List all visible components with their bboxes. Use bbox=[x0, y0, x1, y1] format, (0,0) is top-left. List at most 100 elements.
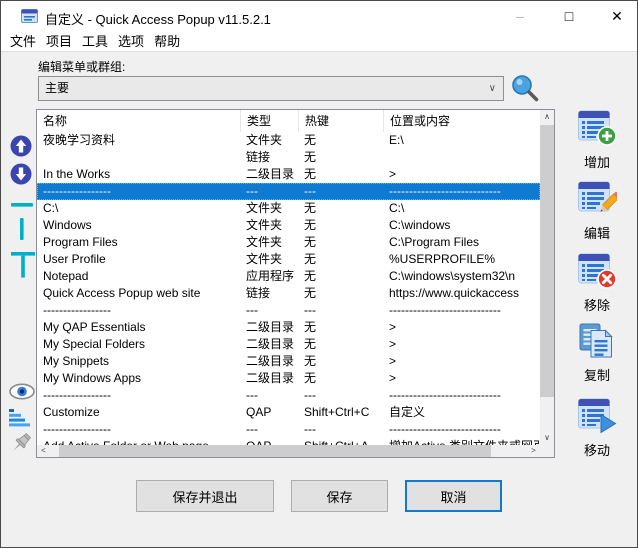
cell-type: 文件夹 bbox=[246, 132, 298, 149]
cell-hotkey: 无 bbox=[304, 336, 384, 353]
cell-type: QAP bbox=[246, 404, 298, 421]
close-button[interactable]: ✕ bbox=[597, 1, 637, 31]
cell-name: My Snippets bbox=[43, 353, 239, 370]
search-button[interactable] bbox=[509, 73, 541, 105]
cell-type: 文件夹 bbox=[246, 200, 298, 217]
toggle-visibility-button[interactable] bbox=[9, 383, 35, 400]
copy-button-label: 复制 bbox=[564, 365, 630, 384]
table-row[interactable]: Quick Access Popup web site链接无https://ww… bbox=[37, 285, 540, 302]
scroll-down-arrow[interactable]: ∨ bbox=[540, 431, 554, 445]
table-row[interactable]: User Profile文件夹无%USERPROFILE% bbox=[37, 251, 540, 268]
cell-name: Windows bbox=[43, 217, 239, 234]
table-row[interactable]: Notepad应用程序无C:\windows\system32\n bbox=[37, 268, 540, 285]
cell-type: 链接 bbox=[246, 149, 298, 166]
move-item-button[interactable]: 移动 bbox=[564, 396, 630, 459]
cancel-button[interactable]: 取消 bbox=[405, 480, 502, 512]
table-row[interactable]: My QAP Essentials二级目录无> bbox=[37, 319, 540, 336]
column-header-0[interactable]: 名称 bbox=[37, 110, 241, 132]
menu-item-tools[interactable]: 工具 bbox=[77, 29, 113, 53]
cell-type: 文件夹 bbox=[246, 217, 298, 234]
vertical-scrollbar[interactable]: ∧ ∨ bbox=[540, 110, 554, 445]
cell-location: %USERPROFILE% bbox=[389, 251, 539, 268]
column-header-1[interactable]: 类型 bbox=[241, 110, 299, 132]
menu-item-help[interactable]: 帮助 bbox=[149, 29, 185, 53]
menu-edit-icon bbox=[577, 207, 617, 222]
cell-location: ---------------------------- bbox=[389, 421, 539, 438]
table-row[interactable]: 夜晚学习资料文件夹无E:\ bbox=[37, 132, 540, 149]
add-separator-button[interactable] bbox=[11, 202, 33, 208]
remove-item-button[interactable]: 移除 bbox=[564, 251, 630, 314]
table-row[interactable]: ----------------------------------------… bbox=[37, 421, 540, 438]
title-bar: 自定义 - Quick Access Popup v11.5.2.1 – □ ✕ bbox=[1, 1, 637, 31]
arrow-down-circle-icon bbox=[10, 173, 32, 188]
cell-name: ----------------- bbox=[43, 421, 239, 438]
cell-location bbox=[389, 149, 539, 166]
scroll-up-arrow[interactable]: ∧ bbox=[540, 110, 554, 124]
minimize-button[interactable]: – bbox=[500, 1, 540, 31]
cell-hotkey: 无 bbox=[304, 234, 384, 251]
menu-select-combobox[interactable]: 主要 ∨ bbox=[38, 76, 504, 101]
cell-location: > bbox=[389, 319, 539, 336]
edit-button-label: 编辑 bbox=[564, 223, 630, 242]
eye-icon bbox=[9, 388, 35, 403]
cell-hotkey: 无 bbox=[304, 319, 384, 336]
app-icon bbox=[21, 8, 39, 24]
cell-location: https://www.quickaccess bbox=[389, 285, 539, 302]
maximize-button[interactable]: □ bbox=[549, 1, 589, 31]
column-header-3[interactable]: 位置或内容 bbox=[384, 110, 540, 132]
table-row[interactable]: ----------------------------------------… bbox=[37, 387, 540, 404]
add-column-separator-button[interactable] bbox=[19, 218, 25, 240]
cell-location: > bbox=[389, 353, 539, 370]
table-row[interactable]: C:\文件夹无C:\ bbox=[37, 200, 540, 217]
save-and-exit-button[interactable]: 保存并退出 bbox=[136, 480, 274, 512]
cell-location: C:\windows bbox=[389, 217, 539, 234]
cell-location: C:\Program Files bbox=[389, 234, 539, 251]
save-button[interactable]: 保存 bbox=[291, 480, 388, 512]
pin-item-button[interactable] bbox=[9, 431, 35, 457]
table-row[interactable]: ----------------------------------------… bbox=[37, 183, 540, 200]
table-row[interactable]: My Snippets二级目录无> bbox=[37, 353, 540, 370]
horizontal-scrollbar[interactable]: < > bbox=[37, 445, 540, 457]
copy-item-button[interactable]: 复制 bbox=[564, 321, 630, 384]
table-row[interactable]: My Windows Apps二级目录无> bbox=[37, 370, 540, 387]
add-column-break-button[interactable] bbox=[11, 252, 35, 279]
table-row[interactable]: ----------------------------------------… bbox=[37, 302, 540, 319]
move-up-button[interactable] bbox=[10, 135, 32, 157]
cell-hotkey: --- bbox=[304, 387, 384, 404]
scroll-right-arrow[interactable]: > bbox=[527, 445, 540, 457]
vscroll-thumb[interactable] bbox=[540, 125, 554, 397]
scroll-left-arrow[interactable]: < bbox=[37, 445, 50, 457]
column-break-icon bbox=[11, 267, 35, 282]
cell-type: --- bbox=[246, 302, 298, 319]
scrollbar-corner bbox=[540, 445, 554, 457]
cell-name: ----------------- bbox=[43, 302, 239, 319]
add-item-button[interactable]: 增加 bbox=[564, 108, 630, 171]
menu-item-options[interactable]: 选项 bbox=[113, 29, 149, 53]
edit-item-button[interactable]: 编辑 bbox=[564, 179, 630, 242]
cell-hotkey: 无 bbox=[304, 285, 384, 302]
cell-hotkey: --- bbox=[304, 183, 384, 200]
remove-button-label: 移除 bbox=[564, 295, 630, 314]
cell-name bbox=[43, 149, 239, 166]
table-row[interactable]: Program Files文件夹无C:\Program Files bbox=[37, 234, 540, 251]
table-row[interactable]: CustomizeQAPShift+Ctrl+C自定义 bbox=[37, 404, 540, 421]
menu-item-items[interactable]: 项目 bbox=[41, 29, 77, 53]
chevron-down-icon: ∨ bbox=[489, 77, 496, 100]
table-row[interactable]: My Special Folders二级目录无> bbox=[37, 336, 540, 353]
cell-location: > bbox=[389, 370, 539, 387]
listview-header: 名称类型热键位置或内容 bbox=[37, 110, 540, 132]
table-row[interactable]: In the Works二级目录无> bbox=[37, 166, 540, 183]
column-header-2[interactable]: 热键 bbox=[299, 110, 384, 132]
hscroll-thumb[interactable] bbox=[59, 445, 491, 457]
menu-item-file[interactable]: 文件 bbox=[5, 29, 41, 53]
live-folder-button[interactable] bbox=[9, 409, 31, 427]
search-icon bbox=[510, 91, 540, 106]
cell-location: ---------------------------- bbox=[389, 302, 539, 319]
cell-hotkey: 无 bbox=[304, 268, 384, 285]
cell-hotkey: Shift+Ctrl+C bbox=[304, 404, 384, 421]
move-down-button[interactable] bbox=[10, 163, 32, 185]
table-row[interactable]: 链接无 bbox=[37, 149, 540, 166]
table-row[interactable]: Windows文件夹无C:\windows bbox=[37, 217, 540, 234]
listview-rows: 夜晚学习资料文件夹无E:\链接无In the Works二级目录无>------… bbox=[37, 132, 540, 457]
move-button-label: 移动 bbox=[564, 440, 630, 459]
